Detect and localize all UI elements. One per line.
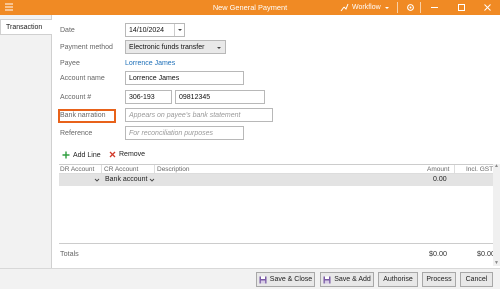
transaction-panel: Date 14/10/2024 Payment method Electroni… [52, 15, 500, 268]
save-add-button[interactable]: Save & Add [320, 272, 374, 287]
authorise-button[interactable]: Authorise [378, 272, 418, 287]
group-amount: 0.00 [433, 176, 447, 183]
workflow-menu[interactable]: Workflow [340, 2, 390, 13]
column-header-dr-account[interactable]: DR Account [60, 166, 94, 173]
maximize-button[interactable] [455, 2, 467, 13]
workflow-label: Workflow [352, 4, 381, 11]
grid-header: DR Account CR Account Description Amount… [59, 164, 500, 174]
title-divider [420, 2, 421, 13]
add-line-button[interactable]: Add Line [62, 151, 101, 159]
payment-method-select[interactable]: Electronic funds transfer [125, 40, 226, 54]
minimize-icon [430, 7, 438, 8]
column-divider [154, 165, 155, 174]
settings-button[interactable] [404, 2, 416, 13]
bsb-input[interactable]: 306-193 [125, 90, 172, 104]
account-name-input[interactable]: Lorrence James [125, 71, 244, 85]
bank-narration-input[interactable]: Appears on payee's bank statement [125, 108, 273, 122]
remove-label: Remove [119, 151, 146, 158]
save-close-label: Save & Close [269, 276, 313, 283]
title-bar: New General Payment Workflow [0, 0, 500, 15]
scroll-up-icon[interactable]: ▲ [494, 164, 499, 169]
column-divider [454, 165, 455, 174]
payee-link[interactable]: Lorrence James [125, 60, 175, 67]
save-icon [323, 276, 331, 283]
date-value: 14/10/2024 [129, 26, 165, 34]
plus-icon [62, 151, 70, 159]
reference-label: Reference [60, 130, 93, 137]
date-label: Date [60, 27, 75, 34]
payment-method-value: Electronic funds transfer [129, 43, 205, 51]
date-picker[interactable]: 14/10/2024 [125, 23, 185, 37]
account-name-label: Account name [60, 75, 105, 82]
payee-label: Payee [60, 60, 80, 67]
totals-row: Totals $0.00 $0.00 [59, 244, 500, 264]
save-add-label: Save & Add [334, 276, 371, 283]
account-number-label: Account # [60, 94, 92, 101]
add-line-label: Add Line [73, 151, 101, 159]
totals-label: Totals [60, 249, 79, 258]
save-close-button[interactable]: Save & Close [256, 272, 315, 287]
column-header-cr-account[interactable]: CR Account [104, 166, 138, 173]
date-dropdown-button[interactable] [174, 24, 184, 36]
reference-input[interactable]: For reconciliation purposes [125, 126, 244, 140]
totals-amount: $0.00 [429, 249, 447, 258]
process-button[interactable]: Process [422, 272, 456, 287]
cancel-button[interactable]: Cancel [460, 272, 493, 287]
tab-strip: Transaction [0, 15, 53, 289]
minimize-button[interactable] [428, 2, 440, 13]
title-divider [397, 2, 398, 13]
chevron-down-icon[interactable] [149, 177, 155, 183]
chevron-down-icon [384, 6, 389, 9]
maximize-icon [457, 4, 465, 11]
column-header-description[interactable]: Description [157, 166, 190, 173]
chevron-down-icon [177, 29, 182, 31]
gear-icon [406, 4, 414, 11]
close-icon [109, 151, 116, 158]
column-header-gst[interactable]: Incl. GST [466, 166, 493, 173]
bank-narration-label: Bank narration [60, 112, 106, 119]
footer-bar: Save & Close Save & Add Authorise Proces… [0, 268, 500, 289]
chevron-down-icon [217, 47, 221, 49]
close-button[interactable] [481, 2, 493, 13]
chevron-down-icon[interactable] [94, 177, 100, 183]
workflow-icon [340, 3, 349, 12]
remove-line-button[interactable]: Remove [109, 151, 145, 158]
column-header-amount[interactable]: Amount [427, 166, 449, 173]
close-icon [483, 4, 491, 11]
account-number-input[interactable]: 09812345 [175, 90, 265, 104]
column-divider [101, 165, 102, 174]
tab-transaction[interactable]: Transaction [0, 19, 53, 35]
window-title: New General Payment [212, 3, 288, 12]
scroll-down-icon[interactable]: ▼ [494, 261, 499, 266]
vertical-scrollbar[interactable]: ▲ ▼ [493, 164, 500, 266]
payment-method-label: Payment method [60, 44, 113, 51]
save-icon [259, 276, 267, 283]
group-row-bank-account[interactable]: Bank account 0.00 [59, 174, 500, 186]
group-label: Bank account [105, 176, 148, 183]
